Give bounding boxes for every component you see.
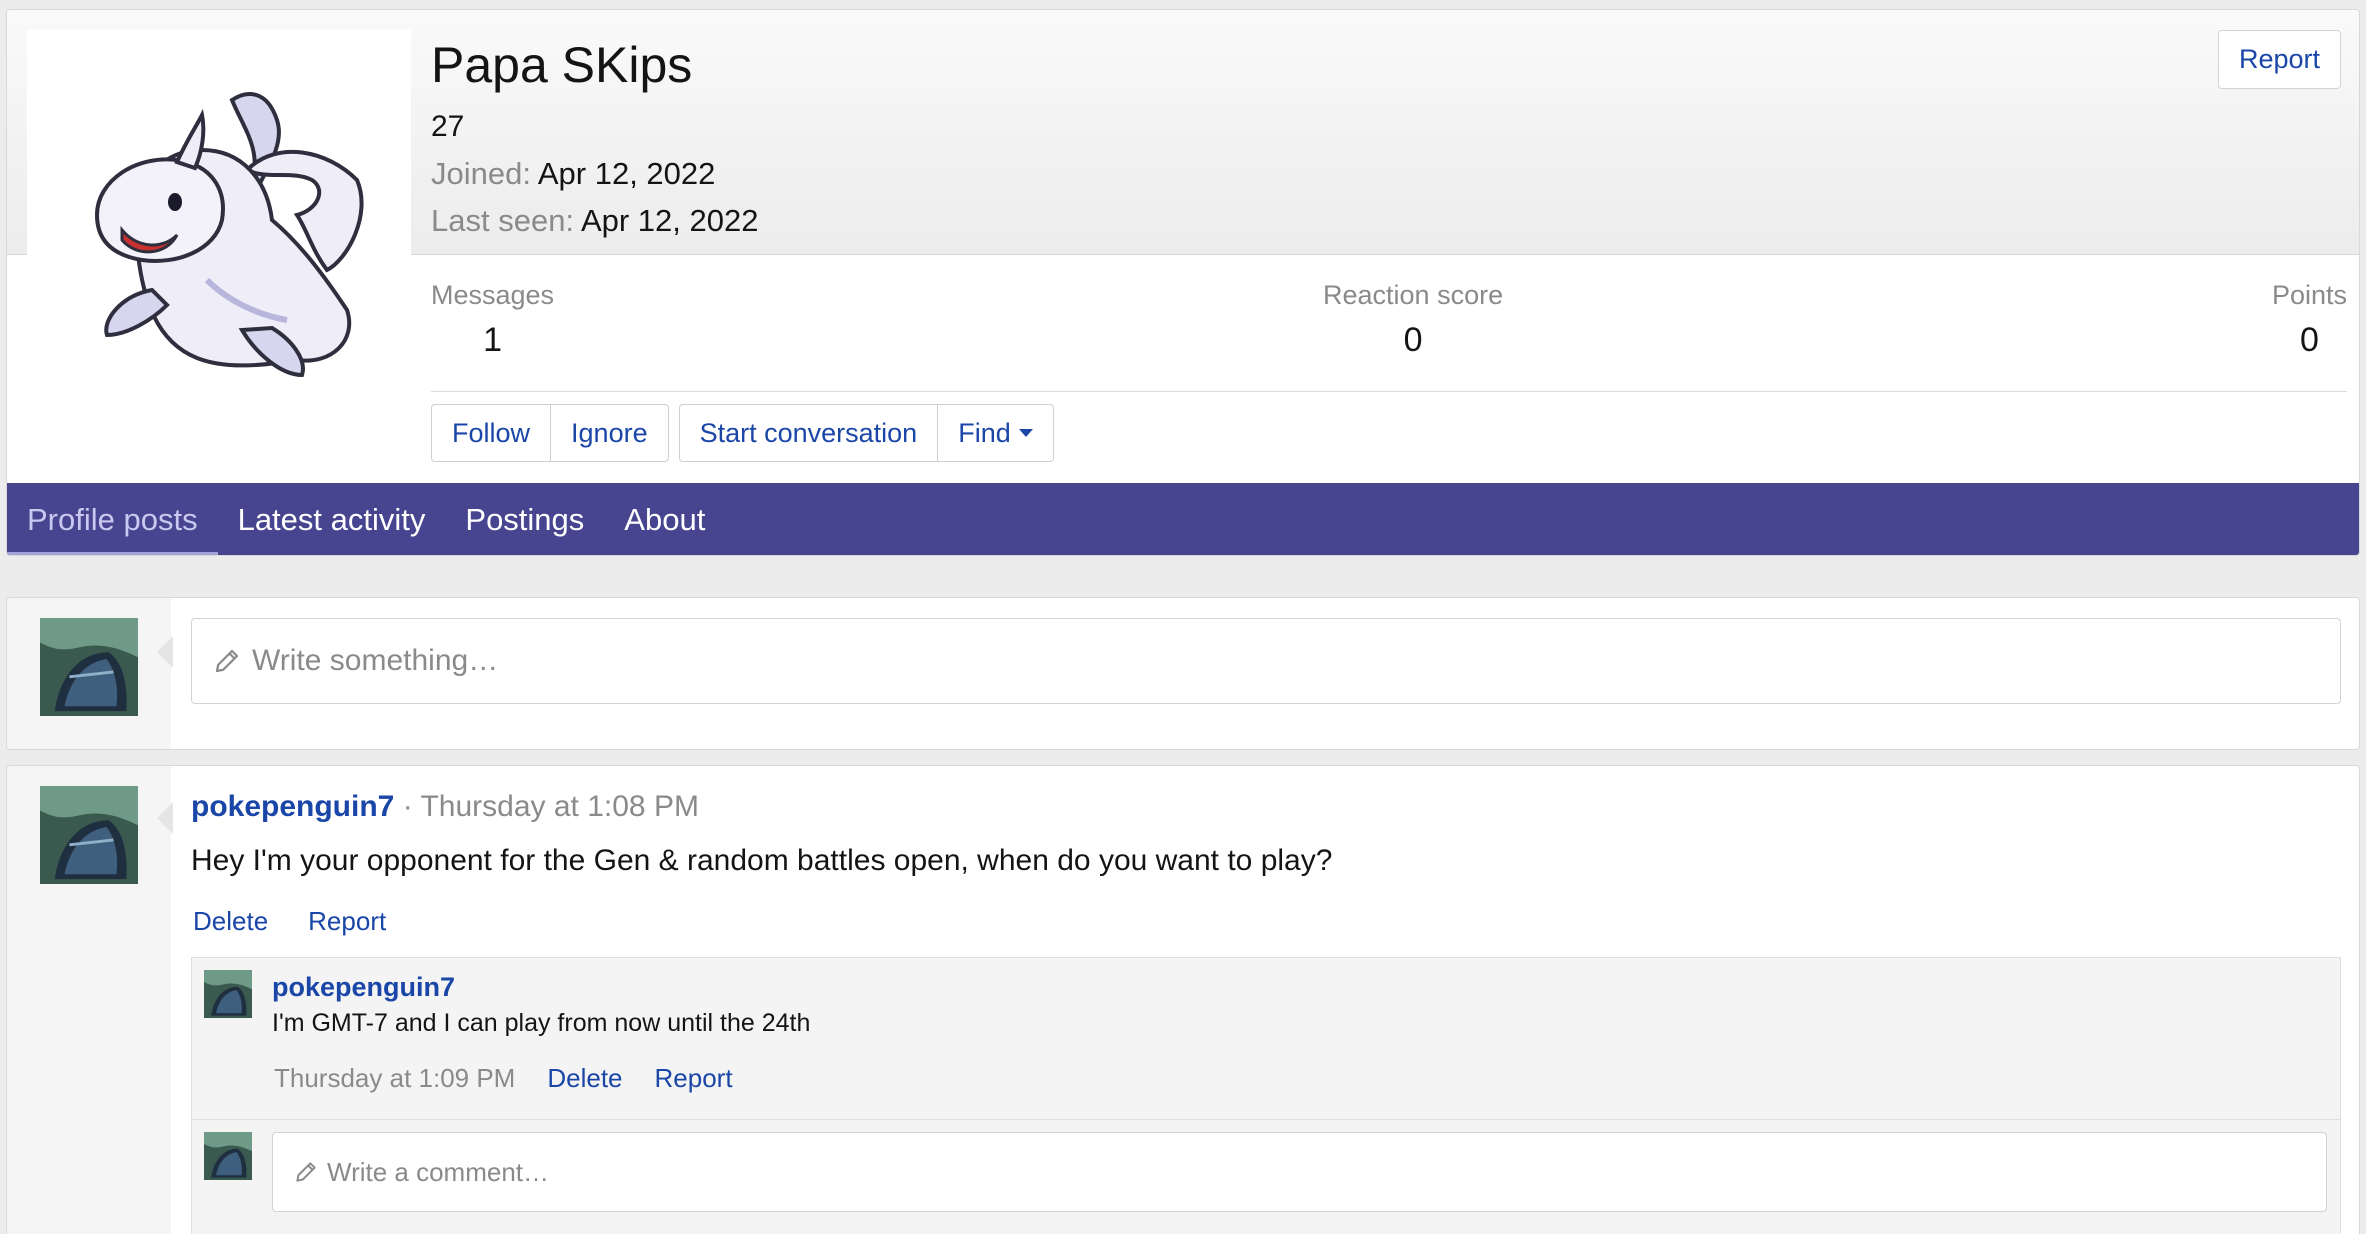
post-pointer xyxy=(157,802,173,834)
delete-post-button[interactable]: Delete xyxy=(193,906,268,937)
pencil-icon xyxy=(212,646,242,676)
stat-reaction-score: Reaction score 0 xyxy=(1323,280,1503,360)
post-header: pokepenguin7 · Thursday at 1:08 PM xyxy=(191,790,699,824)
stat-messages[interactable]: Messages 1 xyxy=(431,280,554,360)
user-avatar-icon xyxy=(40,786,138,884)
profile-post-compose: Write something… xyxy=(6,597,2360,750)
comment-author-avatar[interactable] xyxy=(204,970,252,1018)
user-avatar-icon xyxy=(204,970,252,1018)
stat-reaction-value: 0 xyxy=(1403,321,1423,359)
current-user-avatar[interactable] xyxy=(40,618,138,716)
user-avatar-icon xyxy=(204,1132,252,1180)
last-seen-date: Last seen: Apr 12, 2022 xyxy=(431,203,758,239)
stat-messages-label: Messages xyxy=(431,280,555,310)
post-body: Hey I'm your opponent for the Gen & rand… xyxy=(191,844,1333,877)
write-comment-placeholder: Write a comment… xyxy=(327,1156,550,1187)
follow-button[interactable]: Follow xyxy=(432,405,550,461)
joined-date: Joined: Apr 12, 2022 xyxy=(431,156,715,192)
last-seen-value: Apr 12, 2022 xyxy=(580,203,759,238)
profile-post: pokepenguin7 · Thursday at 1:08 PM Hey I… xyxy=(6,765,2360,1234)
conversation-find-group: Start conversation Find xyxy=(678,404,1054,462)
stat-reaction-label: Reaction score xyxy=(1323,280,1504,310)
write-comment-row: Write a comment… xyxy=(192,1119,2340,1234)
tab-latest-activity[interactable]: Latest activity xyxy=(218,483,446,555)
profile-stats: Messages 1 Reaction score 0 Points 0 xyxy=(431,280,2347,392)
profile-actions: Follow Ignore Start conversation Find xyxy=(431,404,1054,462)
post-timestamp[interactable]: Thursday at 1:08 PM xyxy=(420,790,698,823)
tab-postings[interactable]: Postings xyxy=(445,483,604,555)
write-something-placeholder: Write something… xyxy=(252,644,499,677)
joined-label: Joined: xyxy=(431,156,531,191)
comment-author-link[interactable]: pokepenguin7 xyxy=(272,972,455,1003)
post-actions: Delete Report xyxy=(193,906,386,937)
stat-messages-value: 1 xyxy=(483,321,502,359)
comment-timestamp[interactable]: Thursday at 1:09 PM xyxy=(274,1063,515,1094)
profile-header: Papa SKips 27 Joined: Apr 12, 2022 Last … xyxy=(6,9,2360,556)
reply-user-avatar[interactable] xyxy=(204,1132,252,1180)
report-comment-button[interactable]: Report xyxy=(655,1063,733,1094)
report-post-button[interactable]: Report xyxy=(308,906,386,937)
post-author-link[interactable]: pokepenguin7 xyxy=(191,790,394,823)
stat-points-value: 0 xyxy=(2300,321,2319,359)
profile-avatar[interactable] xyxy=(27,30,411,414)
profile-age: 27 xyxy=(431,110,465,143)
compose-pointer xyxy=(157,636,173,668)
profile-name: Papa SKips xyxy=(431,37,693,93)
report-profile-button[interactable]: Report xyxy=(2217,30,2341,89)
chevron-down-icon xyxy=(1018,429,1033,437)
joined-value: Apr 12, 2022 xyxy=(537,156,716,191)
stat-points[interactable]: Points 0 xyxy=(2272,280,2347,360)
post-author-avatar[interactable] xyxy=(40,786,138,884)
pencil-icon xyxy=(293,1159,319,1185)
ignore-button[interactable]: Ignore xyxy=(550,405,668,461)
comment-meta: Thursday at 1:09 PM Delete Report xyxy=(274,1063,733,1094)
comment-body: I'm GMT-7 and I can play from now until … xyxy=(272,1009,811,1037)
tab-about[interactable]: About xyxy=(604,483,725,555)
write-comment-input[interactable]: Write a comment… xyxy=(272,1132,2327,1212)
seal-pokemon-avatar-icon xyxy=(94,92,364,378)
delete-comment-button[interactable]: Delete xyxy=(547,1063,622,1094)
stat-points-label: Points xyxy=(2271,280,2347,310)
user-avatar-icon xyxy=(40,618,138,716)
write-something-input[interactable]: Write something… xyxy=(191,618,2341,704)
tab-profile-posts[interactable]: Profile posts xyxy=(7,483,218,555)
post-separator: · xyxy=(394,790,421,823)
find-label: Find xyxy=(958,417,1011,448)
start-conversation-button[interactable]: Start conversation xyxy=(680,405,938,461)
find-dropdown-button[interactable]: Find xyxy=(937,405,1053,461)
follow-ignore-group: Follow Ignore xyxy=(431,404,669,462)
last-seen-label: Last seen: xyxy=(431,203,575,238)
profile-tabs: Profile posts Latest activity Postings A… xyxy=(7,483,2359,555)
comments-section: pokepenguin7 I'm GMT-7 and I can play fr… xyxy=(191,957,2341,1234)
